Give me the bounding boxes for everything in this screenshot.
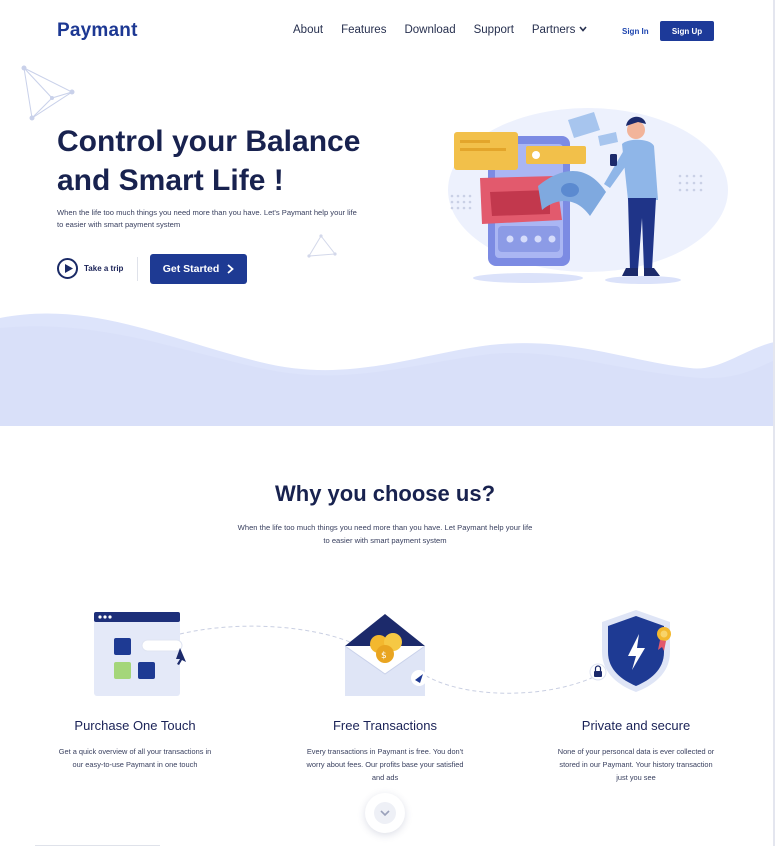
section-subtitle: When the life too much things you need m… <box>237 523 533 545</box>
feature-title: Purchase One Touch <box>74 718 196 733</box>
nav-partners[interactable]: Partners <box>532 24 587 36</box>
chevron-right-icon <box>227 264 235 274</box>
get-started-label: Get Started <box>162 263 220 275</box>
take-trip-label: Take a trip <box>84 264 124 273</box>
triangle-decoration-icon <box>307 234 337 258</box>
nav-download[interactable]: Download <box>404 24 455 36</box>
feature-card: $ Free Transactions Every transactions i… <box>300 600 470 784</box>
chevron-down-icon <box>579 24 587 34</box>
hero-wave-background <box>0 313 773 426</box>
feature-text: Every transactions in Paymant is free. Y… <box>306 747 464 782</box>
hero-title: Control your Balance and Smart Life ! <box>57 125 361 197</box>
hero-illustration <box>448 108 728 284</box>
get-started-button[interactable]: Get Started <box>150 254 247 284</box>
chevron-down-icon <box>374 802 396 824</box>
feature-title: Private and secure <box>581 718 691 733</box>
sign-in-link[interactable]: Sign In <box>622 27 649 36</box>
nav-partners-label: Partners <box>531 24 576 36</box>
play-icon <box>57 258 78 279</box>
shield-lightning-icon <box>589 610 671 692</box>
dashboard-window-icon <box>94 612 186 696</box>
logo[interactable]: Paymant <box>57 20 138 42</box>
feature-card: Private and secure None of your personca… <box>551 600 721 784</box>
nav-support[interactable]: Support <box>474 24 514 36</box>
scroll-down-button[interactable] <box>365 793 405 833</box>
divider <box>137 257 138 281</box>
nav-about[interactable]: About <box>293 24 323 36</box>
take-trip-button[interactable]: Take a trip <box>57 258 123 279</box>
svg-text:$: $ <box>381 651 387 661</box>
sign-up-button[interactable]: Sign Up <box>660 21 714 41</box>
main-nav: About Features Download Support Partners <box>293 24 605 36</box>
section-title: Why you choose us? <box>274 481 496 506</box>
landing-page: Paymant About Features Download Support … <box>0 0 775 846</box>
network-decoration-icon <box>21 65 75 121</box>
feature-card: Purchase One Touch Get a quick overview … <box>50 600 220 771</box>
feature-text: Get a quick overview of all your transac… <box>58 747 212 769</box>
feature-title: Free Transactions <box>332 718 438 733</box>
nav-features[interactable]: Features <box>341 24 386 36</box>
feature-text: None of your personcal data is ever coll… <box>557 747 715 782</box>
hero-subtitle: When the life too much things you need m… <box>57 208 357 229</box>
envelope-coins-icon: $ <box>344 614 427 696</box>
